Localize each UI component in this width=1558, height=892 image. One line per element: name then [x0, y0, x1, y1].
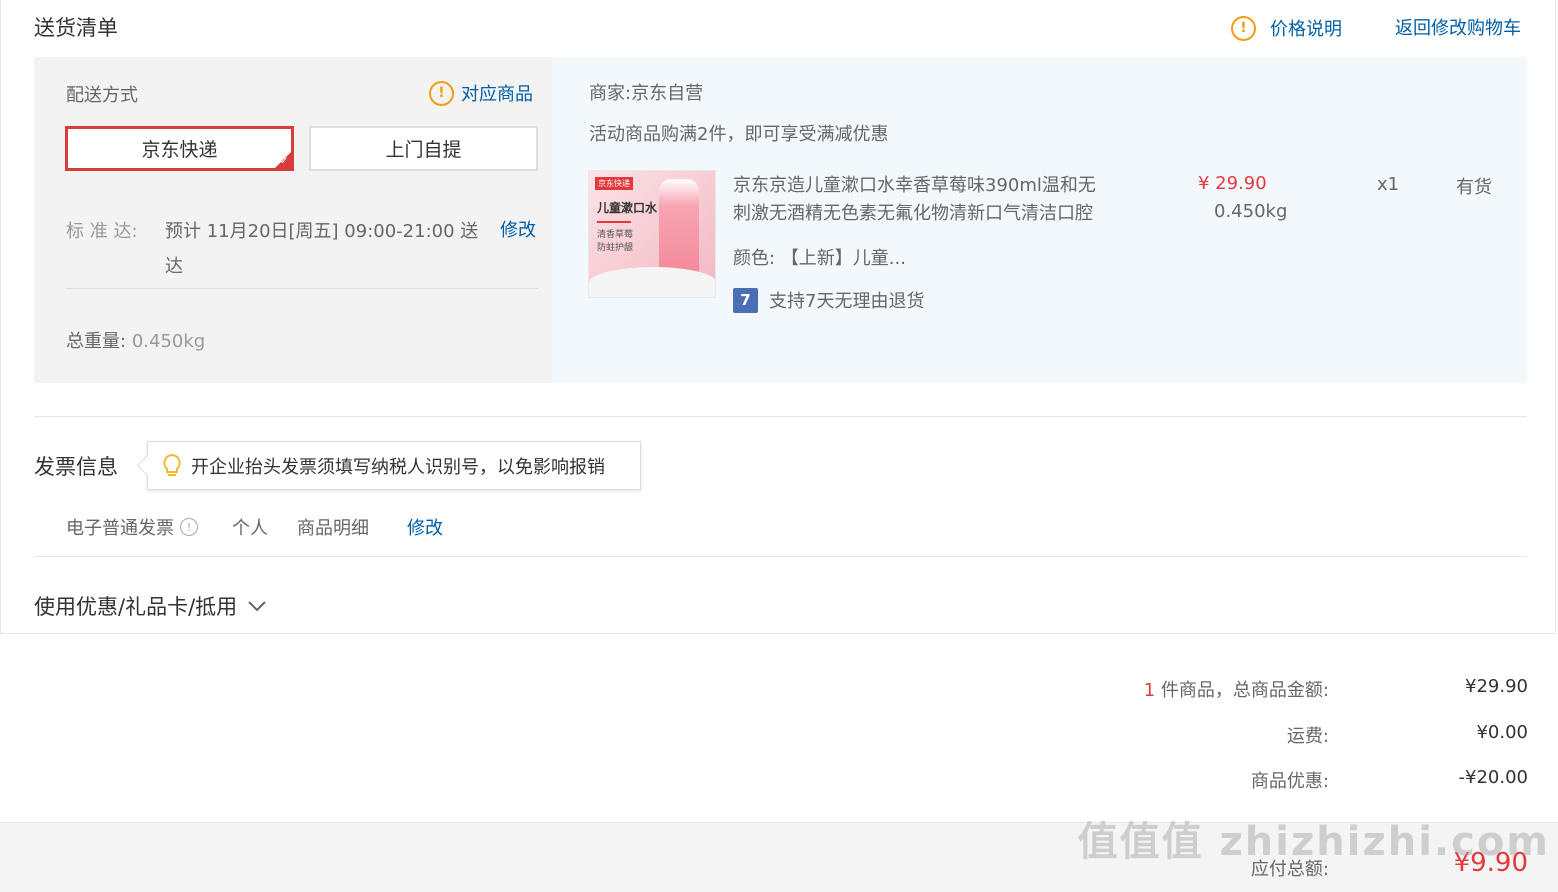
product-price: ¥ 29.90 — [1198, 173, 1267, 194]
product-title-line1: 京东京造儿童漱口水幸香草莓味390ml温和无 — [733, 175, 1096, 196]
freight-label: 运费: — [1286, 726, 1329, 747]
product-title-line2: 刺激无酒精无色素无氟化物清新口气清洁口腔 — [733, 203, 1093, 224]
image-sub1: 清香草莓 — [597, 230, 634, 240]
info-icon[interactable]: ! — [180, 518, 198, 536]
total-weight: 总重量: 0.450kg — [66, 327, 205, 353]
total-weight-label: 总重量: — [66, 331, 127, 352]
coupon-title: 使用优惠/礼品卡/抵用 — [34, 595, 238, 619]
watermark: 值值值 zhizhizhi.com — [1077, 819, 1550, 865]
price-note-label: 价格说明 — [1270, 19, 1342, 40]
seven-day-return-icon: 7 — [733, 287, 758, 313]
invoice-type: 电子普通发票 — [66, 518, 174, 539]
goods-count: 1 — [1143, 680, 1156, 701]
total-weight-value: 0.450kg — [131, 331, 206, 352]
product-title-link[interactable]: 京东京造儿童漱口水幸香草莓味390ml温和无 刺激无酒精无色素无氟化物清新口气清… — [733, 172, 1096, 228]
invoice-holder: 个人 — [232, 518, 268, 539]
discount-label: 商品优惠: — [1250, 771, 1329, 792]
product-color: 颜色: 【上新】儿童... — [733, 244, 906, 270]
invoice-title: 发票信息 — [34, 455, 118, 479]
product-quantity: x1 — [1377, 174, 1400, 195]
goods-count-label: 1 件商品，总商品金额: — [1144, 676, 1329, 702]
promo-text: 活动商品购满2件，即可享受满减优惠 — [589, 124, 889, 145]
eta-text-line2: 达 — [165, 256, 183, 277]
section-divider — [34, 416, 1527, 417]
invoice-tip: 开企业抬头发票须填写纳税人识别号，以免影响报销 — [136, 441, 641, 490]
self-pickup-label: 上门自提 — [385, 139, 462, 161]
self-pickup-button[interactable]: 上门自提 — [309, 126, 538, 171]
product-weight: 0.450kg — [1214, 201, 1288, 222]
image-sub2: 防蛀护龈 — [597, 243, 634, 253]
jd-express-button[interactable]: 京东快递 ✓ — [65, 126, 294, 171]
lightbulb-icon — [163, 453, 181, 476]
goods-count-suffix: 件商品，总商品金额: — [1160, 680, 1329, 701]
color-label: 颜色: — [733, 248, 776, 269]
price-note-link[interactable]: ! 价格说明 — [1231, 15, 1342, 41]
section-divider — [34, 556, 1527, 557]
modify-invoice-link[interactable]: 修改 — [407, 514, 443, 540]
image-base — [589, 267, 715, 297]
invoice-details: 电子普通发票 ! 个人 商品明细 修改 — [66, 514, 443, 540]
image-title: 儿童漱口水 — [597, 201, 658, 215]
merchant-name: 京东自营 — [631, 83, 704, 104]
return-policy: 7 支持7天无理由退货 — [733, 287, 924, 313]
jd-express-label: 京东快递 — [141, 139, 218, 161]
product-image[interactable]: 京东快递 儿童漱口水 清香草莓 防蛀护龈 — [588, 170, 716, 298]
discount-value: -¥20.00 — [1458, 767, 1528, 788]
warning-icon: ! — [429, 80, 454, 106]
return-policy-text: 支持7天无理由退货 — [769, 291, 925, 312]
shipping-method-label: 配送方式 — [66, 85, 138, 106]
invoice-content: 商品明细 — [297, 518, 369, 539]
delivery-list-title: 送货清单 — [34, 16, 118, 40]
match-goods-label: 对应商品 — [461, 84, 533, 105]
standard-delivery-label: 标 准 达: — [66, 221, 138, 242]
match-goods-link[interactable]: ! 对应商品 — [429, 80, 533, 106]
stock-status: 有货 — [1456, 177, 1492, 198]
chevron-down-icon — [248, 601, 266, 612]
coupon-toggle[interactable]: 使用优惠/礼品卡/抵用 — [34, 591, 267, 621]
image-logo: 京东快递 — [595, 177, 633, 190]
invoice-tip-text: 开企业抬头发票须填写纳税人识别号，以免影响报销 — [191, 456, 605, 478]
check-icon: ✓ — [280, 156, 289, 167]
warning-icon: ! — [1231, 15, 1256, 41]
color-value: 【上新】儿童... — [780, 248, 906, 269]
shipping-divider — [65, 288, 538, 289]
merchant-info: 商家:京东自营 — [589, 79, 703, 105]
modify-delivery-time-link[interactable]: 修改 — [500, 216, 536, 242]
back-to-cart-link[interactable]: 返回修改购物车 — [1395, 14, 1521, 40]
eta-text-line1: 预计 11月20日[周五] 09:00-21:00 送 — [165, 221, 479, 242]
image-divider — [597, 221, 631, 223]
goods-total: ¥29.90 — [1465, 676, 1528, 697]
merchant-label: 商家: — [589, 83, 632, 104]
freight-value: ¥0.00 — [1476, 722, 1528, 743]
